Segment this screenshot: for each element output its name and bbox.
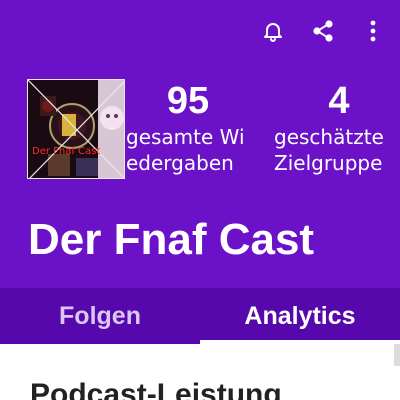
stat-label-line2: edergaben bbox=[126, 151, 234, 175]
section-title: Podcast-Leistung bbox=[30, 378, 282, 400]
podcast-cover-art: Der Fnaf Cast bbox=[27, 79, 125, 179]
stat-label-line1: gesamte Wi bbox=[126, 125, 245, 149]
share-icon[interactable] bbox=[308, 16, 338, 46]
stat-label-line2: Zielgruppe bbox=[274, 151, 383, 175]
stat-total-plays: 95 gesamte Wi edergaben bbox=[126, 78, 260, 176]
tab-bar: Folgen Analytics bbox=[0, 288, 400, 344]
stat-label-line1: geschätzte bbox=[274, 125, 384, 149]
podcast-header: Der Fnaf Cast 95 gesamte Wi edergaben 4 … bbox=[0, 0, 400, 288]
tab-analytics[interactable]: Analytics bbox=[200, 288, 400, 344]
top-toolbar bbox=[258, 16, 388, 46]
bell-icon[interactable] bbox=[258, 16, 288, 46]
cover-art-text: Der Fnaf Cast bbox=[32, 146, 101, 157]
scrollbar[interactable] bbox=[394, 344, 400, 366]
main-content: Podcast-Leistung bbox=[0, 344, 400, 400]
tab-episodes[interactable]: Folgen bbox=[0, 288, 200, 344]
stat-value: 95 bbox=[166, 80, 210, 122]
podcast-title: Der Fnaf Cast bbox=[28, 215, 315, 264]
more-vertical-icon[interactable] bbox=[358, 16, 388, 46]
stat-value: 4 bbox=[328, 80, 350, 122]
stat-estimated-audience: 4 geschätzte Zielgruppe bbox=[274, 78, 400, 176]
cover-art-image bbox=[28, 80, 124, 178]
